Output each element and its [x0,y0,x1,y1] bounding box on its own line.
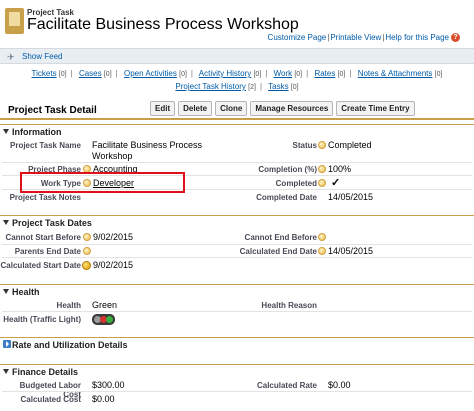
delete-button[interactable]: Delete [178,101,213,116]
project-task-icon [5,8,24,34]
detail-title: Project Task Detail [8,105,97,116]
finance-section-header[interactable]: Finance Details [0,364,474,377]
section-title: Finance Details [12,367,79,377]
rates-link[interactable]: Rates [314,69,335,78]
collapse-triangle-icon [3,369,9,374]
completed-checkbox: ✓ [331,177,341,189]
section-title: Information [12,127,62,137]
help-hint-icon[interactable] [83,233,91,241]
health-reason-label: Health Reason [261,301,317,310]
cases-link[interactable]: Cases [79,69,102,78]
help-link[interactable]: Help for this Page [385,33,449,42]
feed-icon: ✈ [7,52,15,62]
health-section-header[interactable]: Health [0,284,474,297]
help-hint-icon[interactable] [82,261,91,270]
health-value: Green [92,300,118,310]
show-feed-link[interactable]: Show Feed [22,52,62,61]
calculated-cost-value: $0.00 [92,394,115,404]
activity-history-link[interactable]: Activity History [199,69,251,78]
section-title: Project Task Dates [12,218,92,228]
status-value: Completed [328,140,372,150]
related-list-links: Tickets [0] | Cases [0] | Open Activities … [31,69,443,91]
cannot-start-before-value: 9/02/2015 [93,232,134,242]
clone-button[interactable]: Clone [215,101,248,116]
feed-bar: ✈ Show Feed [0,48,474,64]
notes-attachments-link[interactable]: Notes & Attachments [358,69,433,78]
cannot-end-before-label: Cannot End Before [244,233,317,242]
customize-page-link[interactable]: Customize Page [268,33,327,42]
traffic-light-green-dot [106,316,113,323]
page-header: Project Task Facilitate Business Process… [0,0,474,48]
collapse-triangle-icon [3,220,9,225]
tickets-link[interactable]: Tickets [32,69,57,78]
create-time-entry-button[interactable]: Create Time Entry [336,101,415,116]
completion-label: Completion (%) [258,165,317,174]
top-links: Customize Page|Printable View|Help for t… [268,33,460,43]
completed-date-value: 14/05/2015 [328,192,374,202]
project-task-history-link[interactable]: Project Task History [175,82,246,91]
traffic-light-label: Health (Traffic Light) [3,315,81,324]
cannot-start-before-label: Cannot Start Before [5,233,81,242]
budgeted-labor-cost-value: $300.00 [92,380,125,390]
health-label: Health [56,301,81,310]
edit-button[interactable]: Edit [150,101,176,116]
collapse-triangle-icon [3,289,9,294]
expand-icon[interactable] [3,340,11,348]
tasks-link[interactable]: Tasks [268,82,288,91]
help-hint-icon[interactable] [318,179,326,187]
calculated-rate-label: Calculated Rate [256,381,317,390]
calculated-start-date-value: 9/02/2015 [93,260,134,270]
project-task-name-label: Project Task Name [10,141,81,150]
calculated-cost-label: Calculated Cost [20,395,81,404]
parents-end-date-label: Parents End Date [14,247,81,256]
completion-value: 100% [328,164,352,174]
rate-utilization-section-header[interactable]: Rate and Utilization Details [0,337,474,350]
status-label: Status [292,141,317,150]
completed-date-label: Completed Date [256,193,317,202]
traffic-light-icon [92,314,115,325]
detail-header: Project Task Detail Edit Delete Clone Ma… [0,98,474,120]
page-title: Facilitate Business Process Workshop [27,16,299,33]
work-link[interactable]: Work [274,69,293,78]
project-task-notes-label: Project Task Notes [9,193,81,202]
manage-resources-button[interactable]: Manage Resources [250,101,334,116]
open-activities-link[interactable]: Open Activities [124,69,177,78]
calculated-start-date-label: Calculated Start Date [0,261,81,270]
calculated-end-date-label: Calculated End Date [239,247,317,256]
calculated-end-date-value: 14/05/2015 [328,246,374,256]
collapse-triangle-icon [3,129,9,134]
calculated-rate-value: $0.00 [328,380,351,390]
printable-view-link[interactable]: Printable View [330,33,381,42]
completed-label: Completed [275,179,317,188]
project-task-name-value-2: Workshop [92,151,133,161]
information-section-header[interactable]: Information [0,124,474,137]
question-icon[interactable]: ? [451,33,460,43]
help-hint-icon[interactable] [318,247,326,255]
section-title: Rate and Utilization Details [12,340,128,350]
help-hint-icon[interactable] [83,247,91,255]
project-task-name-value-1: Facilitate Business Process [92,140,203,150]
help-hint-icon[interactable] [318,233,326,241]
highlight-box [20,172,185,193]
section-title: Health [12,287,40,297]
project-task-dates-section-header[interactable]: Project Task Dates [0,215,474,228]
button-bar: Edit Delete Clone Manage Resources Creat… [150,101,415,116]
help-hint-icon[interactable] [318,165,326,173]
help-hint-icon[interactable] [318,141,326,149]
